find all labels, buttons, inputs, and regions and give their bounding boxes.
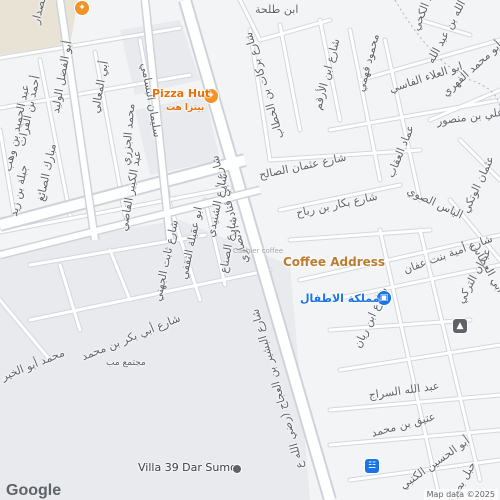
map-canvas[interactable]: ابن طلحة أبو فراس الصدار سليمان البسامي … bbox=[0, 0, 500, 500]
area-label: مجتمع مب bbox=[106, 358, 146, 368]
shopping-cart-icon[interactable]: ☳ bbox=[364, 458, 380, 474]
coffee-address-label[interactable]: Coffee Address bbox=[283, 256, 385, 268]
pizza-hut-arabic-label: بيتزا هت bbox=[166, 103, 205, 113]
google-logo-text: Google bbox=[6, 482, 62, 499]
restaurant-icon[interactable]: ✦ bbox=[74, 0, 90, 16]
cashier-coffee-label: Cashier coffee bbox=[233, 247, 284, 255]
kids-kingdom-label[interactable]: مملكة الاطفال bbox=[300, 293, 380, 304]
street-label: ابن طلحة bbox=[255, 3, 299, 16]
map-attribution[interactable]: Map data ©2025 bbox=[423, 489, 498, 500]
map-attribution-text: Map data ©2025 bbox=[426, 490, 495, 499]
park-icon[interactable]: ▲ bbox=[452, 318, 468, 334]
location-pin-icon[interactable] bbox=[232, 464, 242, 474]
place-label: Villa 39 Dar Sumo bbox=[138, 461, 237, 474]
pizza-hut-label[interactable]: Pizza Hut bbox=[152, 88, 210, 99]
google-logo: Google bbox=[6, 482, 61, 500]
